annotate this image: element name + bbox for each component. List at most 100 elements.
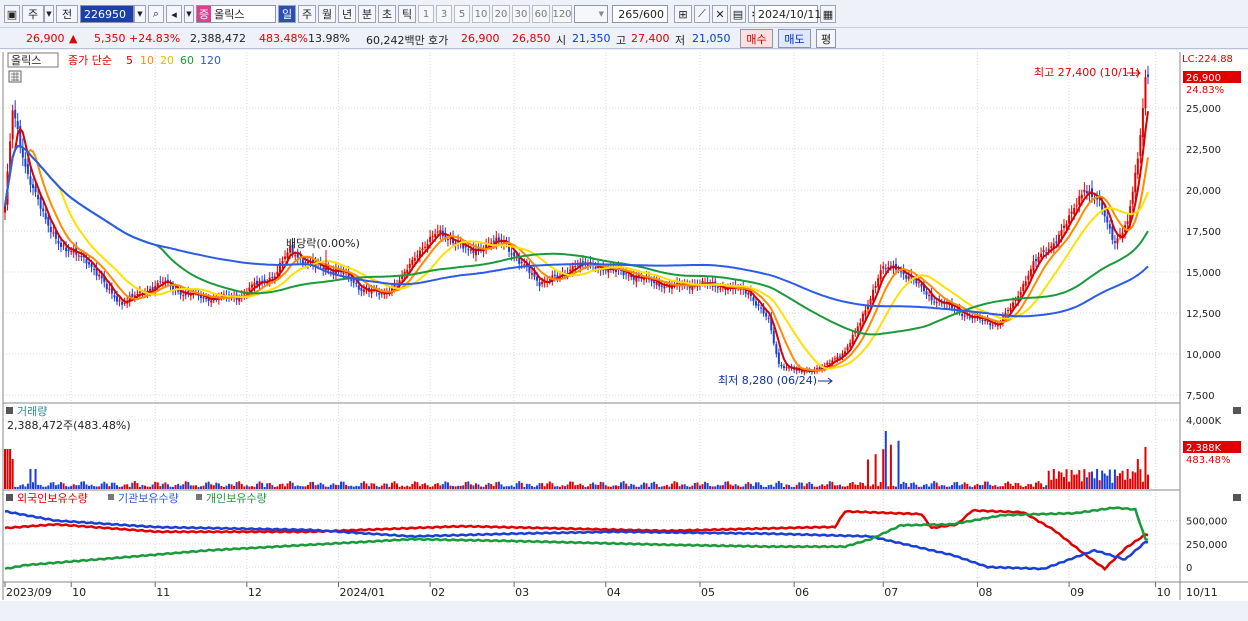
- volume-bar: [70, 485, 73, 489]
- period-second[interactable]: 초: [378, 5, 396, 23]
- price-tick-label: 25,000: [1186, 104, 1221, 115]
- kind-select[interactable]: 주: [22, 5, 44, 23]
- legend-series: 종가 단순: [68, 54, 112, 67]
- candle-body: [660, 285, 663, 287]
- interval-3[interactable]: 3: [436, 5, 452, 23]
- code-dropdown-icon[interactable]: ▼: [134, 5, 146, 23]
- save-icon[interactable]: ▤: [730, 5, 746, 23]
- date-label: 08: [978, 586, 992, 599]
- search-icon[interactable]: ⌕: [148, 5, 164, 23]
- candle-body: [67, 249, 70, 252]
- buy-button[interactable]: 매수: [740, 29, 773, 48]
- volume-bar: [966, 483, 969, 489]
- candle-body: [513, 252, 516, 257]
- screen-icon[interactable]: ▣: [4, 5, 20, 23]
- interval-5[interactable]: 5: [454, 5, 470, 23]
- volume-bar: [93, 486, 96, 489]
- volume-bar: [141, 484, 144, 489]
- volume-bar: [813, 486, 816, 489]
- stock-chart[interactable]: 25,000 22,500 20,000 17,500 15,000 12,500 10,0…: [0, 50, 1248, 601]
- volume-bar: [963, 482, 966, 489]
- candle-body: [963, 315, 966, 317]
- period-day[interactable]: 일: [278, 5, 296, 23]
- volume-bar: [304, 486, 307, 489]
- volume-bar: [729, 484, 732, 489]
- sell-button[interactable]: 매도: [778, 29, 811, 48]
- interval-30[interactable]: 30: [512, 5, 530, 23]
- draw-line-icon[interactable]: ⟋: [694, 5, 710, 23]
- count-input[interactable]: 265/600: [612, 5, 668, 23]
- crosshair-icon[interactable]: ⊞: [674, 5, 692, 23]
- chevron-down-icon[interactable]: ▼: [184, 5, 194, 23]
- volume-bar: [230, 484, 233, 489]
- period-year[interactable]: 년: [338, 5, 356, 23]
- period-month[interactable]: 월: [318, 5, 336, 23]
- volume-bar: [1019, 485, 1022, 489]
- volume-bar: [849, 482, 852, 489]
- volume-bar: [1093, 478, 1096, 489]
- prev-stock-icon[interactable]: ◂: [166, 5, 182, 23]
- legend-ma10: 10: [140, 54, 154, 67]
- eval-button[interactable]: 평: [816, 29, 836, 48]
- candle-body: [26, 163, 29, 175]
- stock-code-input[interactable]: 226950: [80, 5, 134, 23]
- candle-body: [996, 325, 999, 327]
- candle-body: [136, 293, 139, 295]
- volume-bar: [704, 481, 707, 489]
- volume-bar: [1139, 469, 1142, 489]
- volume-bar: [530, 485, 533, 489]
- candle-body: [767, 318, 770, 320]
- volume-bar: [398, 486, 401, 489]
- candle-body: [34, 186, 37, 193]
- volume-bar: [1136, 459, 1139, 489]
- date-label: 12: [248, 586, 262, 599]
- candle-body: [39, 197, 42, 209]
- interval-10[interactable]: 10: [472, 5, 490, 23]
- all-button[interactable]: 전: [56, 5, 78, 23]
- candle-body: [492, 240, 495, 243]
- volume-bar: [9, 449, 12, 489]
- close-pane-icon[interactable]: [1233, 494, 1241, 501]
- custom-interval-input[interactable]: ▼: [574, 5, 608, 23]
- volume-bar: [922, 484, 925, 489]
- volume-bar: [454, 486, 457, 489]
- volume-bar: [217, 483, 220, 489]
- date-input[interactable]: 2024/10/11: [754, 5, 821, 23]
- volume-bar: [584, 486, 587, 489]
- candle-body: [838, 356, 841, 358]
- volume-bar: [375, 485, 378, 489]
- volume-bar: [958, 485, 961, 489]
- volume-bar: [210, 484, 213, 489]
- low-annotation: 최저 8,280 (06/24): [718, 374, 817, 387]
- volume-bar: [523, 486, 526, 489]
- period-minute[interactable]: 분: [358, 5, 376, 23]
- volume-bar: [29, 469, 32, 489]
- volume-bar: [541, 483, 544, 489]
- delete-drawing-icon[interactable]: ✕: [712, 5, 728, 23]
- calendar-icon[interactable]: ▦: [820, 5, 836, 23]
- interval-1[interactable]: 1: [418, 5, 434, 23]
- interval-20[interactable]: 20: [492, 5, 510, 23]
- volume-bar: [113, 482, 116, 489]
- volume-bar: [380, 485, 383, 489]
- volume-bar: [1014, 482, 1017, 489]
- volume-bar: [418, 486, 421, 489]
- volume-bar: [676, 482, 679, 489]
- volume-bar: [869, 486, 872, 489]
- volume-bar: [406, 485, 409, 489]
- candle-body: [467, 248, 470, 250]
- period-week[interactable]: 주: [298, 5, 316, 23]
- stock-name-field[interactable]: 증 올릭스: [196, 5, 276, 23]
- close-pane-icon[interactable]: [1233, 407, 1241, 414]
- chevron-down-icon[interactable]: ▼: [44, 5, 54, 23]
- volume-bar: [760, 484, 763, 489]
- interval-120[interactable]: 120: [552, 5, 572, 23]
- volume-bar: [719, 485, 722, 489]
- volume-bar: [818, 485, 821, 489]
- legend-indiv: 개인보유수량: [206, 492, 267, 505]
- volume-bar: [716, 484, 719, 489]
- volume-bar: [665, 484, 668, 489]
- period-tick[interactable]: 틱: [398, 5, 416, 23]
- volume-bar: [309, 481, 312, 489]
- interval-60[interactable]: 60: [532, 5, 550, 23]
